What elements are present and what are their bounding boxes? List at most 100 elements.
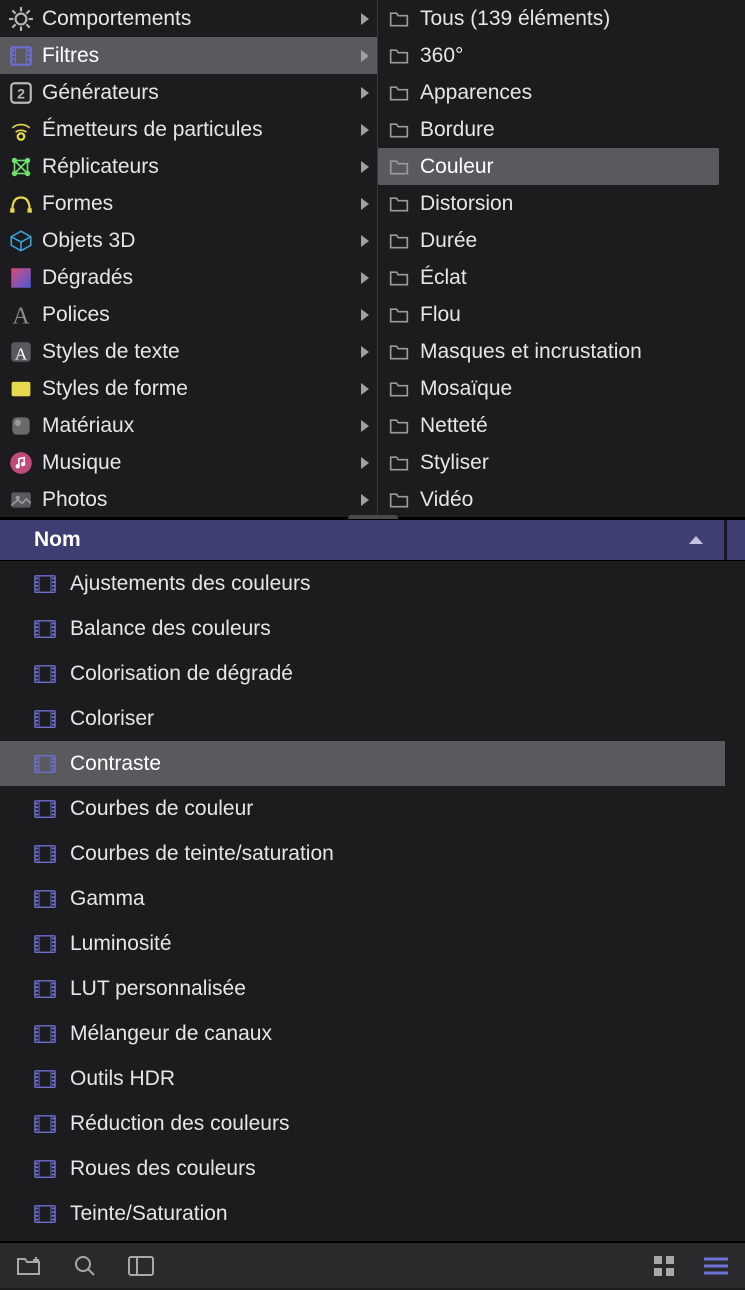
- filter-item-icon: [30, 887, 60, 911]
- list-item-label: Réduction des couleurs: [60, 1112, 289, 1136]
- category-label: Photos: [36, 488, 361, 512]
- category-label: Styles de forme: [36, 377, 361, 401]
- subcategory-row[interactable]: Flou: [378, 296, 745, 333]
- list-view-button[interactable]: [701, 1251, 731, 1281]
- category-row[interactable]: Styles de forme: [0, 370, 377, 407]
- list-item[interactable]: Outils HDR: [0, 1056, 745, 1101]
- category-row[interactable]: Matériaux: [0, 407, 377, 444]
- chevron-right-icon: [361, 235, 369, 247]
- filter-item-icon: [30, 1157, 60, 1181]
- scrollbar-track[interactable]: [725, 561, 745, 1241]
- category-row[interactable]: Générateurs: [0, 74, 377, 111]
- list-column-header-nom[interactable]: Nom: [0, 519, 745, 561]
- folder-icon: [386, 9, 412, 29]
- chevron-right-icon: [361, 87, 369, 99]
- list-item-label: Balance des couleurs: [60, 617, 271, 641]
- grid-view-button[interactable]: [649, 1251, 679, 1281]
- sort-ascending-icon: [689, 536, 703, 544]
- subcategory-label: Masques et incrustation: [412, 340, 642, 364]
- folder-icon: [386, 120, 412, 140]
- category-row[interactable]: Émetteurs de particules: [0, 111, 377, 148]
- list-item-label: Courbes de couleur: [60, 797, 253, 821]
- subcategory-row[interactable]: Distorsion: [378, 185, 745, 222]
- list-item[interactable]: Ajustements des couleurs: [0, 561, 745, 606]
- list-item[interactable]: Teinte/Saturation: [0, 1191, 745, 1236]
- library-browser-top: ComportementsFiltresGénérateurs Émetteurs…: [0, 0, 745, 519]
- category-row[interactable]: Styles de texte: [0, 333, 377, 370]
- folder-icon: [386, 46, 412, 66]
- list-item[interactable]: Courbes de couleur: [0, 786, 745, 831]
- list-item-label: Contraste: [60, 752, 161, 776]
- category-label: Objets 3D: [36, 229, 361, 253]
- category-row[interactable]: Filtres: [0, 37, 377, 74]
- folder-icon: [386, 490, 412, 510]
- list-item[interactable]: Réduction des couleurs: [0, 1101, 745, 1146]
- shapestyle-icon: [6, 374, 36, 404]
- filter-item-icon: [30, 1202, 60, 1226]
- column-resize-handle[interactable]: [724, 520, 727, 560]
- sidebar-toggle-button[interactable]: [126, 1251, 156, 1281]
- list-item[interactable]: LUT personnalisée: [0, 966, 745, 1011]
- chevron-right-icon: [361, 198, 369, 210]
- folder-icon: [386, 416, 412, 436]
- subcategory-row[interactable]: Couleur: [378, 148, 719, 185]
- subcategory-row[interactable]: Styliser: [378, 444, 745, 481]
- folder-icon: [386, 194, 412, 214]
- filter-item-icon: [30, 752, 60, 776]
- list-item[interactable]: Mélangeur de canaux: [0, 1011, 745, 1056]
- new-folder-button[interactable]: [14, 1251, 44, 1281]
- shape-icon: [6, 189, 36, 219]
- folder-icon: [386, 231, 412, 251]
- subcategory-row[interactable]: Netteté: [378, 407, 745, 444]
- category-row[interactable]: Polices: [0, 296, 377, 333]
- replicator-icon: [6, 152, 36, 182]
- subcategory-row[interactable]: Vidéo: [378, 481, 745, 517]
- subcategory-row[interactable]: 360°: [378, 37, 745, 74]
- category-label: Réplicateurs: [36, 155, 361, 179]
- subcategory-row[interactable]: Tous (139 éléments): [378, 0, 745, 37]
- subcategory-label: Tous (139 éléments): [412, 7, 610, 31]
- category-label: Dégradés: [36, 266, 361, 290]
- subcategory-row[interactable]: Apparences: [378, 74, 745, 111]
- category-row[interactable]: Objets 3D: [0, 222, 377, 259]
- filmstrip-icon: [6, 41, 36, 71]
- subcategory-label: Vidéo: [412, 488, 473, 512]
- music-icon: [6, 448, 36, 478]
- chevron-right-icon: [361, 457, 369, 469]
- filter-item-icon: [30, 1067, 60, 1091]
- subcategory-row[interactable]: Bordure: [378, 111, 745, 148]
- subcategory-row[interactable]: Durée: [378, 222, 745, 259]
- category-row[interactable]: Musique: [0, 444, 377, 481]
- photos-icon: [6, 485, 36, 515]
- subcategory-label: Distorsion: [412, 192, 513, 216]
- folder-icon: [386, 305, 412, 325]
- gradient-icon: [6, 263, 36, 293]
- subcategory-row[interactable]: Masques et incrustation: [378, 333, 745, 370]
- category-label: Émetteurs de particules: [36, 118, 361, 142]
- filter-item-icon: [30, 617, 60, 641]
- category-row[interactable]: Photos: [0, 481, 377, 517]
- category-label: Styles de texte: [36, 340, 361, 364]
- list-item[interactable]: Colorisation de dégradé: [0, 651, 745, 696]
- list-item[interactable]: Balance des couleurs: [0, 606, 745, 651]
- folder-icon: [386, 157, 412, 177]
- category-row[interactable]: Comportements: [0, 0, 377, 37]
- list-item[interactable]: Gamma: [0, 876, 745, 921]
- subcategory-row[interactable]: Mosaïque: [378, 370, 745, 407]
- subcategory-column: Tous (139 éléments) 360° Apparences Bordure…: [377, 0, 745, 517]
- filter-item-icon: [30, 572, 60, 596]
- subcategory-label: Apparences: [412, 81, 532, 105]
- category-row[interactable]: Dégradés: [0, 259, 377, 296]
- folder-icon: [386, 268, 412, 288]
- list-item[interactable]: Courbes de teinte/saturation: [0, 831, 745, 876]
- category-row[interactable]: Réplicateurs: [0, 148, 377, 185]
- search-button[interactable]: [70, 1251, 100, 1281]
- list-item-label: Roues des couleurs: [60, 1157, 256, 1181]
- list-item[interactable]: Roues des couleurs: [0, 1146, 745, 1191]
- category-label: Matériaux: [36, 414, 361, 438]
- list-item[interactable]: Luminosité: [0, 921, 745, 966]
- category-row[interactable]: Formes: [0, 185, 377, 222]
- subcategory-row[interactable]: Éclat: [378, 259, 745, 296]
- list-item[interactable]: Coloriser: [0, 696, 745, 741]
- list-item[interactable]: Contraste: [0, 741, 725, 786]
